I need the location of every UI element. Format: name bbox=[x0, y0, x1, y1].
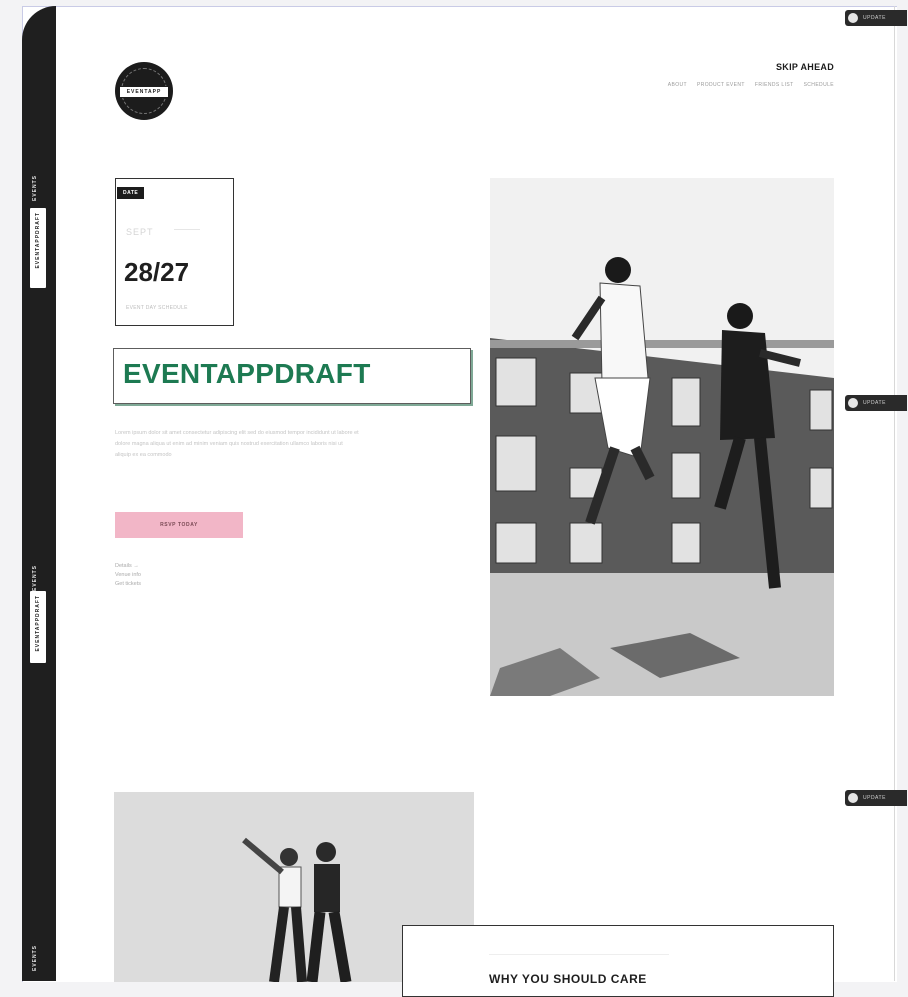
date-divider bbox=[174, 229, 200, 230]
why-care-heading: WHY YOU SHOULD CARE bbox=[489, 972, 647, 986]
rail-label-top: EVENTS bbox=[32, 174, 38, 201]
nav-item-friends[interactable]: FRIENDS LIST bbox=[755, 82, 794, 88]
link-details[interactable]: Details → bbox=[115, 562, 141, 571]
hero-description: Lorem ipsum dolor sit amet consectetur a… bbox=[115, 430, 359, 458]
site-logo[interactable]: EVENTAPP bbox=[115, 62, 173, 120]
right-divider bbox=[894, 6, 895, 981]
date-card: DATE SEPT 28/27 EVENT DAY SCHEDULE bbox=[115, 178, 234, 326]
why-care-divider bbox=[489, 954, 669, 955]
rail-tab-mid[interactable]: EVENTAPPDRAFT bbox=[30, 591, 46, 663]
avatar-icon bbox=[848, 13, 858, 23]
avatar-icon bbox=[848, 793, 858, 803]
hero-photo bbox=[490, 178, 834, 696]
hero-title-box: EVENTAPPDRAFT bbox=[113, 348, 471, 404]
left-rail: EVENTS EVENTAPPDRAFT EVENTS EVENTAPPDRAF… bbox=[22, 6, 56, 981]
avatar-icon bbox=[848, 398, 858, 408]
event-date: 28/27 bbox=[124, 257, 190, 287]
rail-tab-top[interactable]: EVENTAPPDRAFT bbox=[30, 208, 46, 288]
logo-text: EVENTAPP bbox=[119, 86, 169, 98]
link-venue[interactable]: Venue info bbox=[115, 571, 141, 580]
link-tickets[interactable]: Get tickets bbox=[115, 580, 141, 589]
side-tab-2[interactable]: UPDATE bbox=[845, 395, 907, 411]
skip-ahead-link[interactable]: SKIP AHEAD bbox=[776, 62, 834, 72]
date-month: SEPT bbox=[126, 227, 154, 237]
rail-label-mid: EVENTS bbox=[32, 564, 38, 591]
nav-item-about[interactable]: ABOUT bbox=[668, 82, 687, 88]
rsvp-button[interactable]: RSVP TODAY bbox=[115, 512, 243, 538]
rail-label-bottom: EVENTS bbox=[32, 944, 38, 971]
nav-item-schedule[interactable]: SCHEDULE bbox=[804, 82, 834, 88]
top-nav: ABOUT PRODUCT EVENT FRIENDS LIST SCHEDUL… bbox=[668, 82, 834, 88]
side-tab-3[interactable]: UPDATE bbox=[845, 790, 907, 806]
side-tab-1[interactable]: UPDATE bbox=[845, 10, 907, 26]
nav-item-product[interactable]: PRODUCT EVENT bbox=[697, 82, 745, 88]
date-tag: DATE bbox=[117, 187, 145, 199]
date-subtitle: EVENT DAY SCHEDULE bbox=[126, 305, 188, 311]
hero-title: EVENTAPPDRAFT bbox=[123, 358, 371, 389]
small-links: Details → Venue info Get tickets bbox=[115, 562, 141, 589]
why-care-card: WHY YOU SHOULD CARE bbox=[402, 925, 834, 997]
